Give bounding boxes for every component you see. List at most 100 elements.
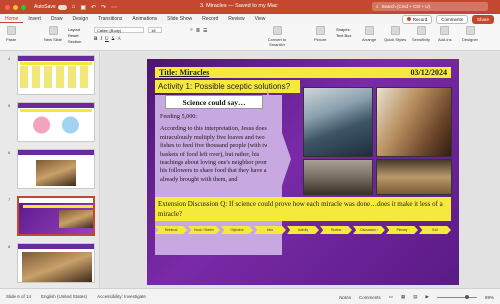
add-ins-button[interactable]: Add-ins	[438, 26, 452, 42]
slide-canvas[interactable]: Title: Miracles 03/12/2024 Activity 1: P…	[101, 52, 500, 288]
clipboard-icon	[6, 26, 16, 35]
zoom-window-button[interactable]	[21, 4, 26, 10]
tab-slide-show[interactable]: Slide Show	[162, 16, 197, 22]
convert-smartart-button[interactable]: Convert to SmartArt	[262, 26, 292, 47]
slide-thumbnail[interactable]	[17, 102, 95, 142]
numbering-icon[interactable]: ≣	[196, 28, 200, 34]
picture-button[interactable]: Picture	[314, 26, 326, 42]
record-dot-icon	[406, 16, 411, 21]
paste-button[interactable]: Paste	[6, 26, 16, 42]
parting-sea-image[interactable]	[303, 87, 373, 157]
thumbnail-row[interactable]: 4	[0, 55, 100, 97]
reading-view-icon[interactable]: ▤	[413, 294, 417, 300]
current-slide[interactable]: Title: Miracles 03/12/2024 Activity 1: P…	[147, 59, 459, 285]
slideshow-icon[interactable]: ▶	[426, 294, 429, 300]
underline-icon[interactable]: U	[105, 37, 109, 42]
tab-insert[interactable]: Insert	[23, 16, 46, 22]
tab-view[interactable]: View	[250, 16, 271, 22]
nav-step[interactable]: Review	[320, 226, 352, 234]
lesson-navigation-bar: Retrieval Hook / Starter Objective Intro…	[155, 226, 451, 234]
slide-title-bar[interactable]: Title: Miracles 03/12/2024	[155, 67, 451, 78]
nav-step[interactable]: Plenary	[386, 226, 418, 234]
tab-review[interactable]: Review	[223, 16, 249, 22]
search-input[interactable]: ⌕ Search (Cmd + Ctrl + U)	[372, 2, 488, 11]
zoom-slider[interactable]	[436, 294, 477, 299]
science-heading-box[interactable]: Science could say…	[165, 95, 263, 109]
tab-design[interactable]: Design	[68, 16, 94, 22]
tab-record[interactable]: Record	[197, 16, 223, 22]
minimize-window-button[interactable]	[13, 4, 18, 10]
slide-thumbnail[interactable]	[17, 149, 95, 189]
loaves-fishes-image[interactable]	[376, 159, 452, 195]
thumbnail-image	[22, 252, 92, 282]
thumbnail-title	[23, 205, 93, 208]
new-slide-button[interactable]: New Slide	[44, 26, 62, 42]
bullets-icon[interactable]: ≡	[190, 28, 193, 34]
slide-counter: Slide 6 of 14	[6, 294, 32, 299]
tab-animations[interactable]: Animations	[127, 16, 162, 22]
quick-styles-button[interactable]: Quick Styles	[384, 26, 406, 42]
comments-button[interactable]: Comments	[436, 14, 468, 24]
slide-sorter-icon[interactable]: ▦	[401, 294, 405, 300]
font-color-icon[interactable]: A	[117, 37, 121, 42]
nav-step[interactable]: Retrieval	[155, 226, 187, 234]
zoom-knob[interactable]	[464, 294, 469, 299]
arrange-label: Arrange	[362, 37, 377, 42]
thumbnail-image	[36, 160, 76, 186]
tab-home[interactable]: Home	[0, 16, 24, 23]
close-window-button[interactable]	[5, 4, 10, 10]
toggle-switch-icon[interactable]	[57, 4, 67, 10]
normal-view-icon[interactable]: ▭	[389, 294, 393, 300]
arrange-button[interactable]: Arrange	[362, 26, 376, 42]
nav-step[interactable]: Activity	[287, 226, 319, 234]
healing-image[interactable]	[376, 87, 452, 157]
accessibility-status[interactable]: Accessibility: Investigate	[97, 294, 146, 299]
align-left-icon[interactable]: ☰	[203, 28, 207, 34]
designer-button[interactable]: Designer	[462, 26, 478, 42]
zoom-level[interactable]: 89%	[485, 295, 494, 300]
nav-step[interactable]: Exit	[419, 226, 451, 234]
slide-thumbnail[interactable]	[17, 55, 95, 95]
tab-draw[interactable]: Draw	[46, 16, 68, 22]
status-bar: Slide 6 of 14 English (United States) Ac…	[0, 288, 500, 304]
italic-icon[interactable]: I	[100, 37, 102, 42]
nav-step[interactable]: Intro	[254, 226, 286, 234]
share-button[interactable]: Share	[471, 14, 494, 24]
thumbnail-row[interactable]: 6	[0, 149, 100, 191]
add-ins-label: Add-ins	[438, 37, 452, 42]
slide-title: Title: Miracles	[159, 68, 210, 77]
language-indicator[interactable]: English (United States)	[41, 294, 87, 299]
font-name-select[interactable]: Calibri (Body)	[94, 27, 144, 33]
autosave-toggle[interactable]: AutoSave	[34, 4, 67, 10]
thumbnail-row[interactable]: 8	[0, 243, 100, 285]
extension-question-box[interactable]: Extension Discussion Q: If science could…	[155, 197, 451, 221]
thumbnail-row[interactable]: 7	[0, 196, 100, 238]
undo-icon[interactable]: ↶	[91, 4, 96, 11]
quick-styles-icon	[390, 26, 400, 35]
home-icon[interactable]: ⌂	[72, 4, 76, 10]
sensitivity-label: Sensitivity	[412, 37, 431, 42]
font-size-select[interactable]: 18	[148, 27, 162, 33]
sensitivity-button[interactable]: Sensitivity	[412, 26, 430, 42]
record-button[interactable]: Record	[401, 14, 433, 24]
notes-button[interactable]: Notes	[339, 295, 351, 300]
redo-icon[interactable]: ↷	[101, 4, 106, 11]
text-box-button[interactable]: Text Box	[336, 33, 351, 39]
thumbnail-row[interactable]: 5	[0, 102, 100, 144]
save-icon[interactable]: ▣	[80, 4, 86, 11]
record-label: Record	[412, 16, 428, 22]
slide-thumbnail-selected[interactable]	[17, 196, 95, 236]
bold-icon[interactable]: B	[94, 37, 97, 42]
paragraph-buttons: ≡ ≣ ☰	[190, 28, 208, 34]
miracle-image[interactable]	[303, 159, 373, 195]
tab-transitions[interactable]: Transitions	[93, 16, 127, 22]
slide-thumbnail-panel[interactable]: 4 5 6 7 8	[0, 52, 100, 288]
slide-thumbnail[interactable]	[17, 243, 95, 283]
section-button[interactable]: Section	[68, 39, 81, 45]
nav-step[interactable]: Objective	[221, 226, 253, 234]
nav-step[interactable]: Discussion / Reflection	[353, 226, 385, 234]
comments-status-button[interactable]: Comments	[359, 295, 381, 300]
nav-step[interactable]: Hook / Starter	[188, 226, 220, 234]
strike-icon[interactable]: S	[112, 37, 115, 42]
more-icon[interactable]: ⋯	[111, 4, 117, 11]
